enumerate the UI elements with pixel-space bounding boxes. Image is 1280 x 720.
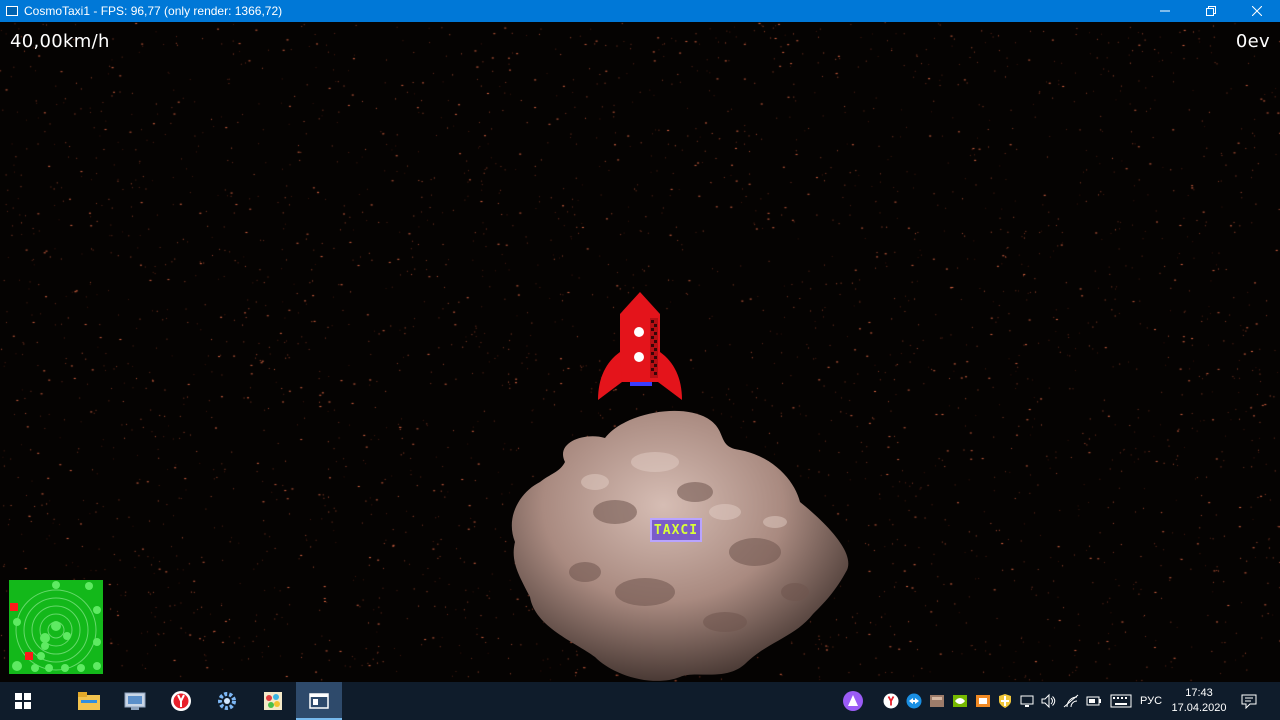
- settings-gear-icon: [218, 692, 236, 710]
- game-viewport[interactable]: 40,00km/h 0ev TAXCI: [0, 22, 1280, 682]
- taskbar-cosmotaxi-window[interactable]: [296, 682, 342, 720]
- minimize-button[interactable]: [1142, 0, 1188, 22]
- window-controls: [1142, 0, 1280, 22]
- file-explorer-icon: [78, 692, 100, 710]
- control-panel-icon: [124, 692, 146, 710]
- language-indicator[interactable]: РУС: [1138, 682, 1164, 720]
- teamviewer-icon: [906, 693, 922, 709]
- tray-security[interactable]: [994, 682, 1016, 720]
- taskbar-paint[interactable]: [250, 682, 296, 720]
- restore-icon: [1206, 6, 1216, 16]
- yandex-browser-icon: [171, 691, 191, 711]
- paint-icon: [264, 692, 282, 710]
- taskbar-yandex-browser[interactable]: [158, 682, 204, 720]
- restore-button[interactable]: [1188, 0, 1234, 22]
- close-button[interactable]: [1234, 0, 1280, 22]
- rocket-taxi: [598, 292, 682, 400]
- yandex-icon: [883, 693, 899, 709]
- nvidia-icon: [953, 695, 967, 707]
- taskbar-control-panel[interactable]: [112, 682, 158, 720]
- security-shield-icon: [999, 694, 1011, 708]
- taskbar-settings[interactable]: [204, 682, 250, 720]
- taskbar-clock[interactable]: 17:43 17.04.2020: [1166, 682, 1232, 720]
- battery-icon: [1086, 696, 1101, 706]
- money-readout: 0ev: [1235, 31, 1270, 52]
- language-label: РУС: [1139, 695, 1163, 707]
- wifi-icon: [1063, 694, 1079, 708]
- tray-teamviewer[interactable]: [903, 682, 925, 720]
- speed-readout: 40,00km/h: [10, 31, 110, 52]
- tray-wifi[interactable]: [1060, 682, 1082, 720]
- notifications-button[interactable]: [1236, 682, 1262, 720]
- tray-app2[interactable]: [972, 682, 994, 720]
- device-icon: [1020, 695, 1034, 707]
- radar-minimap: [9, 580, 103, 674]
- tray-app2-icon: [976, 695, 990, 707]
- tray-alice[interactable]: [842, 682, 864, 720]
- asteroid: [511, 410, 849, 681]
- windows-start-icon: [15, 693, 31, 709]
- tray-yandex[interactable]: [880, 682, 902, 720]
- window-title: CosmoTaxi1 - FPS: 96,77 (only render: 13…: [24, 4, 283, 18]
- notifications-icon: [1241, 694, 1257, 709]
- close-icon: [1252, 6, 1262, 16]
- tray-volume[interactable]: [1037, 682, 1059, 720]
- taxi-sign: TAXCI: [650, 518, 702, 542]
- minimize-icon: [1160, 10, 1170, 12]
- tray-nvidia[interactable]: [949, 682, 971, 720]
- tray-device[interactable]: [1016, 682, 1038, 720]
- app-window-icon: [6, 6, 18, 16]
- taskbar-file-explorer[interactable]: [66, 682, 112, 720]
- start-button[interactable]: [0, 682, 46, 720]
- clock-date: 17.04.2020: [1171, 702, 1227, 714]
- taskbar: РУС 17:43 17.04.2020: [0, 682, 1280, 720]
- tray-battery[interactable]: [1083, 682, 1105, 720]
- keyboard-icon: [1110, 694, 1132, 708]
- cosmotaxi-window-icon: [309, 693, 329, 709]
- tray-keyboard[interactable]: [1108, 682, 1134, 720]
- volume-icon: [1041, 693, 1056, 709]
- tray-app[interactable]: [926, 682, 948, 720]
- alice-assistant-icon: [843, 691, 863, 711]
- window-titlebar[interactable]: CosmoTaxi1 - FPS: 96,77 (only render: 13…: [0, 0, 1280, 22]
- tray-app-icon: [930, 695, 944, 707]
- clock-time: 17:43: [1185, 687, 1213, 699]
